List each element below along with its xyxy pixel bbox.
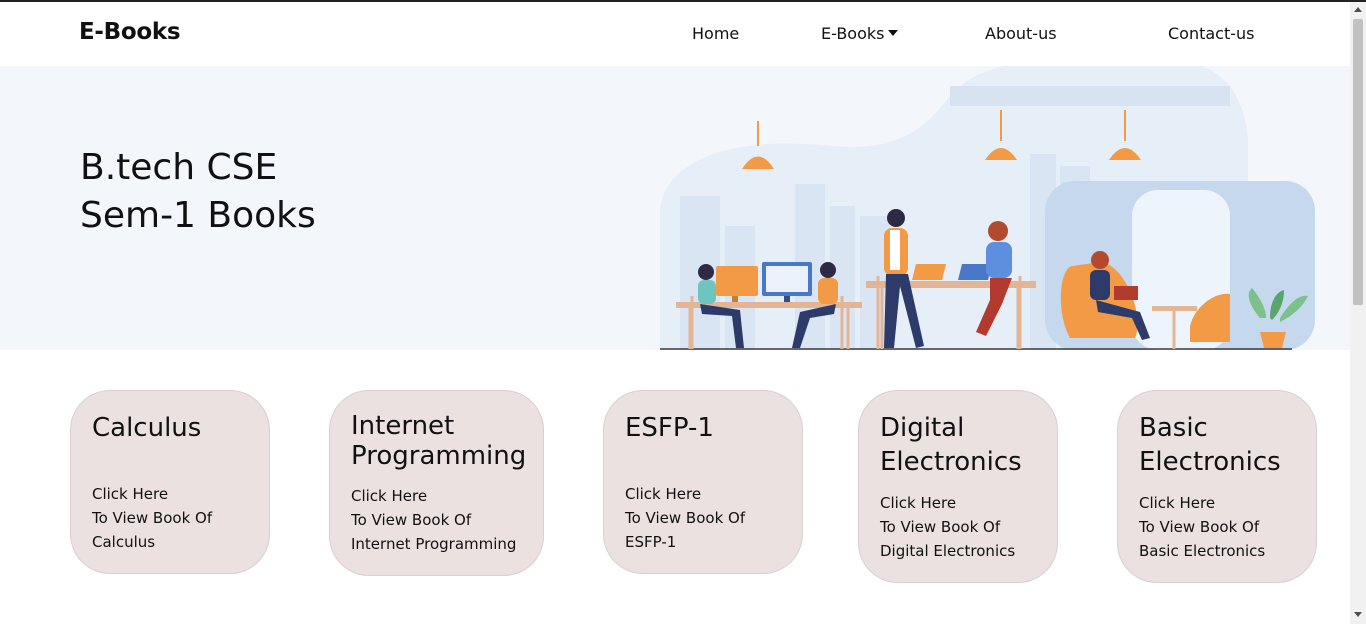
card-desc-text: To View Book Of	[1139, 518, 1260, 536]
hero-title: B.tech CSE Sem-1 Books	[80, 144, 316, 240]
nav-ebooks-dropdown[interactable]: E-Books	[821, 24, 899, 43]
card-link-text[interactable]: Click Here	[880, 491, 956, 515]
card-link-text[interactable]: Click Here	[351, 484, 427, 508]
card-desc-text: To View Book Of	[880, 518, 1001, 536]
card-desc-text: To View Book Of	[625, 509, 746, 527]
card-book-name: ESFP-1	[625, 533, 677, 551]
card-title: ESFP-1	[625, 413, 714, 443]
book-card-internet-programming[interactable]: Internet Programming Click Here To View …	[329, 390, 544, 576]
book-card-esfp-1[interactable]: ESFP-1 Click Here To View Book Of ESFP-1	[603, 390, 803, 574]
caret-down-icon	[888, 29, 899, 36]
brand-logo[interactable]: E-Books	[79, 19, 181, 45]
scroll-down-arrow-icon[interactable]	[1354, 612, 1362, 617]
book-card-basic-electronics[interactable]: Basic Electronics Click Here To View Boo…	[1117, 390, 1317, 583]
nav-ebooks-label: E-Books	[821, 24, 885, 43]
book-card-digital-electronics[interactable]: Digital Electronics Click Here To View B…	[858, 390, 1058, 583]
nav-home-link[interactable]: Home	[692, 24, 739, 43]
nav-about-link[interactable]: About-us	[985, 24, 1057, 43]
hero-title-line-2: Sem-1 Books	[80, 195, 316, 236]
card-book-name: Internet Programming	[351, 535, 517, 553]
hero-section: B.tech CSE Sem-1 Books	[0, 66, 1350, 350]
card-book-name: Digital Electronics	[880, 542, 1016, 560]
card-link-text[interactable]: Click Here	[625, 482, 701, 506]
office-illustration	[660, 66, 1315, 350]
book-card-calculus[interactable]: Calculus Click Here To View Book Of Calc…	[70, 390, 270, 574]
card-title-line-2: Electronics	[880, 447, 1022, 477]
card-title: Calculus	[92, 413, 202, 443]
book-cards-section: Calculus Click Here To View Book Of Calc…	[0, 350, 1350, 624]
card-link-text[interactable]: Click Here	[1139, 491, 1215, 515]
page-scrollbar[interactable]	[1350, 2, 1366, 624]
card-link-text[interactable]: Click Here	[92, 482, 168, 506]
card-title-line-1: Digital	[880, 413, 965, 443]
nav-contact-link[interactable]: Contact-us	[1168, 24, 1255, 43]
card-desc-text: To View Book Of	[351, 511, 472, 529]
card-title-line-2: Programming	[351, 441, 527, 471]
card-desc-text: To View Book Of	[92, 509, 213, 527]
card-title-line-2: Electronics	[1139, 447, 1281, 477]
card-book-name: Calculus	[92, 533, 156, 551]
hero-title-line-1: B.tech CSE	[80, 147, 278, 188]
card-title-line-1: Internet	[351, 411, 455, 441]
navbar: E-Books Home E-Books About-us Contact-us	[0, 2, 1350, 66]
scroll-up-arrow-icon[interactable]	[1354, 7, 1362, 12]
card-title-line-1: Basic	[1139, 413, 1208, 443]
card-book-name: Basic Electronics	[1139, 542, 1266, 560]
scrollbar-thumb[interactable]	[1353, 19, 1363, 305]
